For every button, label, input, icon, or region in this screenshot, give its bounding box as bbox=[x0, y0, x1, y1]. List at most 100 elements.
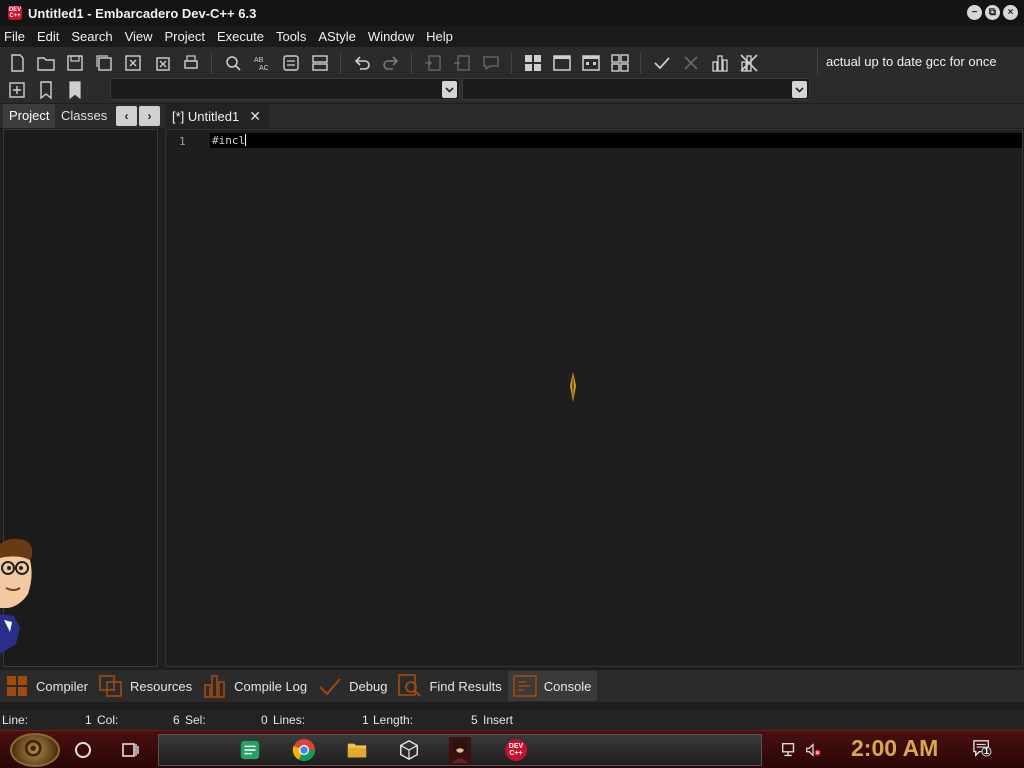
tab-untitled1[interactable]: [*] Untitled1 ✕ bbox=[166, 104, 269, 128]
delete-profile-button[interactable] bbox=[736, 51, 762, 75]
save-all-button[interactable] bbox=[91, 51, 117, 75]
unindent-button[interactable] bbox=[449, 51, 475, 75]
tab-compile-log-label: Compile Log bbox=[234, 678, 308, 694]
tab-compiler[interactable]: Compiler bbox=[0, 671, 94, 701]
insert-button[interactable] bbox=[4, 78, 30, 102]
toggle-bookmark-button[interactable] bbox=[33, 78, 59, 102]
open-button[interactable] bbox=[33, 51, 59, 75]
task-view-button[interactable] bbox=[116, 736, 144, 764]
resources-icon bbox=[99, 675, 122, 697]
syntax-check-button[interactable] bbox=[649, 51, 675, 75]
menu-edit[interactable]: Edit bbox=[31, 29, 65, 44]
system-tray bbox=[780, 735, 822, 765]
notification-center-button[interactable]: 1 bbox=[972, 739, 992, 757]
indent-icon bbox=[425, 55, 441, 71]
network-icon[interactable] bbox=[780, 741, 798, 759]
close-icon[interactable]: ✕ bbox=[249, 108, 261, 125]
insert-icon bbox=[9, 82, 25, 98]
undo-icon bbox=[354, 56, 370, 70]
member-combo[interactable] bbox=[462, 78, 810, 100]
compile-run-button[interactable] bbox=[578, 51, 604, 75]
goto-line-button[interactable] bbox=[278, 51, 304, 75]
bookmark-icon bbox=[40, 81, 52, 100]
status-col-label: Col: bbox=[97, 713, 119, 727]
tab-compiler-label: Compiler bbox=[36, 678, 89, 694]
menu-project[interactable]: Project bbox=[159, 29, 211, 44]
new-file-button[interactable] bbox=[4, 51, 30, 75]
window-title: Untitled1 - Embarcadero Dev-C++ 6.3 bbox=[28, 5, 257, 21]
undo-button[interactable] bbox=[349, 51, 375, 75]
menu-file[interactable]: File bbox=[0, 29, 31, 44]
tab-classes[interactable]: Classes bbox=[55, 104, 113, 128]
tab-debug[interactable]: Debug bbox=[313, 671, 393, 701]
taskbar-app-sheets[interactable] bbox=[236, 736, 264, 764]
menu-execute[interactable]: Execute bbox=[211, 29, 270, 44]
menu-help[interactable]: Help bbox=[420, 29, 459, 44]
taskbar-app-portrait[interactable] bbox=[446, 736, 474, 764]
tab-find-results[interactable]: Find Results bbox=[393, 671, 507, 701]
code-line[interactable]: #incl bbox=[212, 134, 247, 147]
stop-execution-button[interactable] bbox=[678, 51, 704, 75]
close-file-button[interactable] bbox=[120, 51, 146, 75]
toggle-view-button[interactable] bbox=[307, 51, 333, 75]
rebuild-all-button[interactable] bbox=[607, 51, 633, 75]
search-circle-icon bbox=[75, 742, 91, 758]
status-line-value: 1 bbox=[85, 713, 92, 727]
find-button[interactable] bbox=[220, 51, 246, 75]
restore-button[interactable]: ⧉ bbox=[985, 5, 1000, 20]
run-button[interactable] bbox=[549, 51, 575, 75]
taskbar-app-devcpp[interactable]: DEV C++ bbox=[502, 736, 530, 764]
close-button[interactable]: × bbox=[1003, 5, 1018, 20]
minimize-button[interactable]: − bbox=[967, 5, 982, 20]
menu-view[interactable]: View bbox=[119, 29, 159, 44]
save-button[interactable] bbox=[62, 51, 88, 75]
tab-prev-button[interactable]: ‹ bbox=[116, 106, 137, 126]
comment-button[interactable] bbox=[478, 51, 504, 75]
save-all-icon bbox=[96, 55, 112, 71]
status-col-value: 6 bbox=[173, 713, 180, 727]
devcpp-taskbar-icon: DEV C++ bbox=[505, 739, 527, 761]
menu-window[interactable]: Window bbox=[362, 29, 420, 44]
indent-button[interactable] bbox=[420, 51, 446, 75]
tab-next-button[interactable]: › bbox=[139, 106, 160, 126]
goto-line-icon bbox=[283, 55, 299, 71]
status-bar: Line: 1 Col: 6 Sel: 0 Lines: 1 Length: 5… bbox=[0, 710, 1024, 730]
tab-resources[interactable]: Resources bbox=[94, 671, 198, 701]
menu-tools[interactable]: Tools bbox=[270, 29, 312, 44]
replace-button[interactable]: AB AC bbox=[249, 51, 275, 75]
chrome-icon bbox=[292, 739, 315, 761]
status-sel-value: 0 bbox=[261, 713, 268, 727]
compile-button[interactable] bbox=[520, 51, 546, 75]
search-button[interactable] bbox=[69, 736, 97, 764]
taskbar-app-3d[interactable] bbox=[395, 736, 423, 764]
close-all-button[interactable] bbox=[149, 51, 175, 75]
profile-button[interactable] bbox=[707, 51, 733, 75]
chevron-down-icon[interactable] bbox=[442, 81, 457, 98]
editor-tab-label: [*] Untitled1 bbox=[172, 108, 240, 124]
comment-icon bbox=[483, 56, 499, 71]
class-combo[interactable] bbox=[110, 78, 460, 100]
current-line-highlight bbox=[210, 133, 1022, 148]
print-button[interactable] bbox=[178, 51, 204, 75]
taskbar-clock[interactable]: 2:00 AM bbox=[851, 735, 938, 762]
start-button[interactable] bbox=[10, 733, 60, 767]
menu-search[interactable]: Search bbox=[65, 29, 118, 44]
print-icon bbox=[184, 55, 198, 69]
compile-run-icon bbox=[582, 55, 600, 71]
tab-console[interactable]: Console bbox=[507, 671, 598, 701]
goto-bookmark-button[interactable] bbox=[62, 78, 88, 102]
tab-compile-log[interactable]: Compile Log bbox=[198, 671, 313, 701]
tab-console-label: Console bbox=[543, 678, 592, 694]
chevron-down-icon[interactable] bbox=[792, 81, 807, 98]
taskbar-app-explorer[interactable] bbox=[343, 736, 371, 764]
code-editor[interactable]: 1 #incl bbox=[165, 129, 1023, 667]
status-sel-label: Sel: bbox=[185, 713, 206, 727]
volume-muted-icon[interactable] bbox=[804, 741, 822, 759]
menu-astyle[interactable]: AStyle bbox=[312, 29, 362, 44]
mouse-cursor-icon bbox=[570, 372, 576, 402]
redo-button[interactable] bbox=[378, 51, 404, 75]
find-icon bbox=[226, 56, 241, 71]
taskbar-app-chrome[interactable] bbox=[290, 736, 318, 764]
compile-grid-icon bbox=[525, 55, 541, 71]
tab-project[interactable]: Project bbox=[3, 104, 56, 128]
